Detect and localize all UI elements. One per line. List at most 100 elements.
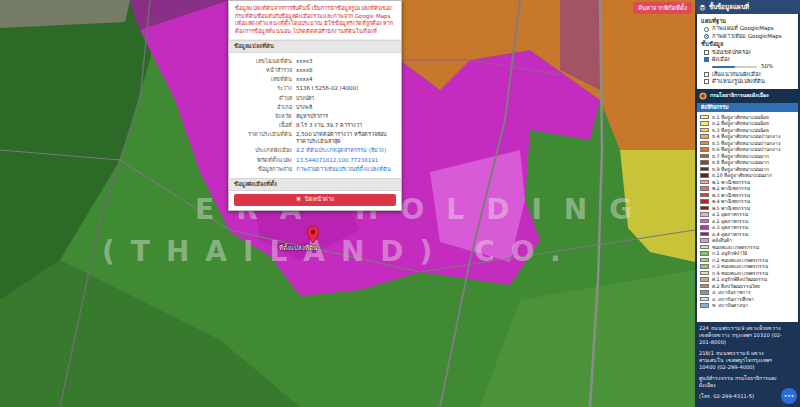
section-header[interactable]: ข้อมูลแปลงที่ดิน bbox=[229, 40, 401, 53]
legend-swatch bbox=[700, 186, 709, 191]
basemap-option[interactable]: ภาพดาวเทียม GoogleMaps bbox=[701, 33, 794, 41]
close-button[interactable]: ✖ปิดหน้าต่าง bbox=[234, 194, 396, 206]
info-row: ประเภทผังเมืองอ.2 ที่ดินประเภทอุตสาหกรรม… bbox=[229, 146, 401, 155]
info-row: ระวาง 5136 I 5256-02 (4000) bbox=[229, 84, 401, 93]
legend-item: พ.2 พาณิชยกรรม bbox=[700, 185, 795, 192]
legend-swatch bbox=[700, 297, 709, 302]
info-link[interactable]: 13.544071812,100.77238191 bbox=[296, 157, 396, 164]
layer-option[interactable]: ผังเมือง bbox=[701, 56, 794, 64]
legend-swatch bbox=[700, 180, 709, 185]
legend-label: ศ.1 อนุรักษ์ศิลปวัฒนธรรม bbox=[712, 276, 767, 282]
option-label: ขอบเขตปกครอง bbox=[712, 49, 751, 56]
legend-swatch bbox=[700, 147, 709, 152]
legend-swatch bbox=[700, 277, 709, 282]
info-link[interactable]: อ.2 ที่ดินประเภทอุตสาหกรรม (สีม่วง) bbox=[296, 147, 396, 154]
parcel-info-list: เลขโฉนดที่ดิน xxxx3หน้าสำรวจxxxx8เลขที่ดิ… bbox=[229, 53, 401, 178]
info-row: อำเภอบางพลี bbox=[229, 103, 401, 112]
legend-swatch bbox=[700, 212, 709, 217]
info-value: 2,500 บาทต่อตารางวา หรือตรวจสอบราคาประเม… bbox=[296, 131, 396, 145]
legend-label: ก.1 อนุรักษ์ป่าไม้ bbox=[712, 250, 747, 256]
info-row: หน้าสำรวจxxxx8 bbox=[229, 66, 401, 75]
legend-item: ก.4 ชนบทและเกษตรกรรม bbox=[700, 270, 795, 277]
radio-button[interactable] bbox=[704, 27, 709, 32]
checkbox[interactable] bbox=[704, 57, 709, 62]
layers-icon bbox=[699, 4, 706, 11]
info-value: สมุทรปราการ bbox=[296, 113, 396, 120]
info-label: เลขโฉนดที่ดิน bbox=[234, 58, 292, 65]
legend-label: ก.2 ชนบทและเกษตรกรรม bbox=[712, 257, 768, 263]
basemap-option[interactable]: ภาพแผนที่ GoogleMaps bbox=[701, 25, 794, 33]
search-location-button[interactable]: ค้นหาจากพิกัดที่ตั้ง bbox=[633, 2, 692, 14]
legend-label: ย.6 ที่อยู่อาศัยหนาแน่นปานกลาง bbox=[712, 146, 780, 152]
group-title: แผนที่ฐาน bbox=[701, 18, 794, 25]
panel-title-text: ชั้นข้อมูลแผนที่ bbox=[709, 3, 749, 11]
legend-item: ศ.1 อนุรักษ์ศิลปวัฒนธรรม bbox=[700, 276, 795, 283]
info-label: เลขที่ดิน bbox=[234, 76, 292, 83]
layer-option[interactable]: ขอบเขตปกครอง bbox=[701, 48, 794, 56]
layer-option[interactable]: ตำแหน่งรูปแปลงที่ดิน bbox=[701, 78, 794, 86]
legend-item: ย.6 ที่อยู่อาศัยหนาแน่นปานกลาง bbox=[700, 146, 795, 153]
legend-swatch bbox=[700, 193, 709, 198]
legend-label: อ.2 อุตสาหกรรม bbox=[712, 218, 748, 224]
legend-item: ย.7 ที่อยู่อาศัยหนาแน่นมาก bbox=[700, 153, 795, 160]
legend-label: ชนบทและเกษตรกรรม bbox=[712, 244, 759, 250]
chat-button[interactable]: ••• bbox=[781, 388, 797, 404]
legend-item: ช. สถาบันศาสนา bbox=[700, 302, 795, 309]
checkbox[interactable] bbox=[704, 72, 709, 77]
watermark-text: (THAILAND) CO. bbox=[102, 238, 577, 266]
info-label: ข้อมูลภาพถ่าย bbox=[234, 166, 292, 173]
checkbox[interactable] bbox=[704, 79, 709, 84]
legend-swatch bbox=[700, 303, 709, 308]
legend-label: ย.2 ที่อยู่อาศัยหนาแน่นน้อย bbox=[712, 120, 769, 126]
legend-swatch bbox=[700, 225, 709, 230]
legend-label: ส. สถาบันราชการ bbox=[712, 289, 751, 295]
pin-label: ที่ตั้งแปลงที่ดิน bbox=[279, 244, 317, 252]
info-row: ข้อมูลภาพถ่าย ภาพถ่ายดาวเทียมบริเวณที่ตั้… bbox=[229, 165, 401, 174]
legend-item: อ.1 อุตสาหกรรม bbox=[700, 211, 795, 218]
disclaimer-text: ข้อมูลแปลงที่ดินจากการสืบค้นนี้ เป็นการน… bbox=[229, 1, 401, 40]
legend-label: ก.4 ชนบทและเกษตรกรรม bbox=[712, 270, 768, 276]
info-row: ราคาประเมินที่ดิน 2,500 บาทต่อตารางวา หรื… bbox=[229, 130, 401, 146]
legend-item: พ.4 พาณิชยกรรม bbox=[700, 198, 795, 205]
legend-swatch bbox=[700, 154, 709, 159]
slider-track[interactable] bbox=[712, 66, 757, 68]
info-link[interactable]: ภาพถ่ายดาวเทียมบริเวณที่ตั้งแปลงที่ดิน bbox=[296, 166, 396, 173]
info-label: ระวาง bbox=[234, 85, 292, 92]
legend-item: ล. สถาบันการศึกษา bbox=[700, 296, 795, 303]
legend-item: ย.5 ที่อยู่อาศัยหนาแน่นปานกลาง bbox=[700, 140, 795, 147]
legend-item: พ.3 พาณิชยกรรม bbox=[700, 192, 795, 199]
legend-label: ย.3 ที่อยู่อาศัยหนาแน่นน้อย bbox=[712, 127, 769, 133]
legend-item: ย.8 ที่อยู่อาศัยหนาแน่นมาก bbox=[700, 159, 795, 166]
info-value: xxxx3 bbox=[296, 58, 396, 65]
legend-item: ย.2 ที่อยู่อาศัยหนาแน่นน้อย bbox=[700, 120, 795, 127]
legend-label: ย.8 ที่อยู่อาศัยหนาแน่นมาก bbox=[712, 159, 769, 165]
legend-item: ย.3 ที่อยู่อาศัยหนาแน่นน้อย bbox=[700, 127, 795, 134]
info-label: ราคาประเมินที่ดิน bbox=[234, 131, 292, 145]
app-window: ERA HOLDING(THAILAND) CO.ค้นหาจากพิกัดที… bbox=[0, 0, 800, 407]
legend-label: พ.5 พาณิชยกรรม bbox=[712, 205, 750, 211]
legend-swatch bbox=[700, 232, 709, 237]
layer-option[interactable]: เส้นแนวถนนผังเมือง bbox=[701, 71, 794, 79]
footer-line: ศูนย์ดำรงธรรม กรมโยธาธิการและผังเมือง bbox=[699, 375, 782, 389]
option-label: ภาพดาวเทียม GoogleMaps bbox=[712, 33, 782, 40]
legend-item: ย.9 ที่อยู่อาศัยหนาแน่นมาก bbox=[700, 166, 795, 173]
map-view[interactable]: ERA HOLDING(THAILAND) CO.ค้นหาจากพิกัดที… bbox=[0, 0, 695, 407]
info-value: 5136 I 5256-02 (4000) bbox=[296, 85, 396, 92]
legend-swatch bbox=[700, 134, 709, 139]
legend-item: ก.2 ชนบทและเกษตรกรรม bbox=[700, 257, 795, 264]
panel-title: ชั้นข้อมูลแผนที่ bbox=[695, 0, 800, 14]
info-label: ตำบล bbox=[234, 95, 292, 102]
legend-swatch bbox=[700, 258, 709, 263]
opacity-slider[interactable]: 50% bbox=[701, 63, 794, 70]
radio-button[interactable] bbox=[704, 34, 709, 39]
legend-label: พ.4 พาณิชยกรรม bbox=[712, 198, 750, 204]
section-header[interactable]: ข้อมูลผังเมืองที่ตั้ง bbox=[229, 178, 401, 191]
legend-swatch bbox=[700, 290, 709, 295]
info-label: หน้าสำรวจ bbox=[234, 67, 292, 74]
parcel-popup: ข้อมูลแปลงที่ดินจากการสืบค้นนี้ เป็นการน… bbox=[228, 0, 402, 211]
checkbox[interactable] bbox=[704, 50, 709, 55]
legend-swatch bbox=[700, 173, 709, 178]
map-pin-icon[interactable] bbox=[307, 226, 319, 243]
option-label: ผังเมือง bbox=[712, 56, 730, 63]
legend-label: ก.3 ชนบทและเกษตรกรรม bbox=[712, 263, 768, 269]
